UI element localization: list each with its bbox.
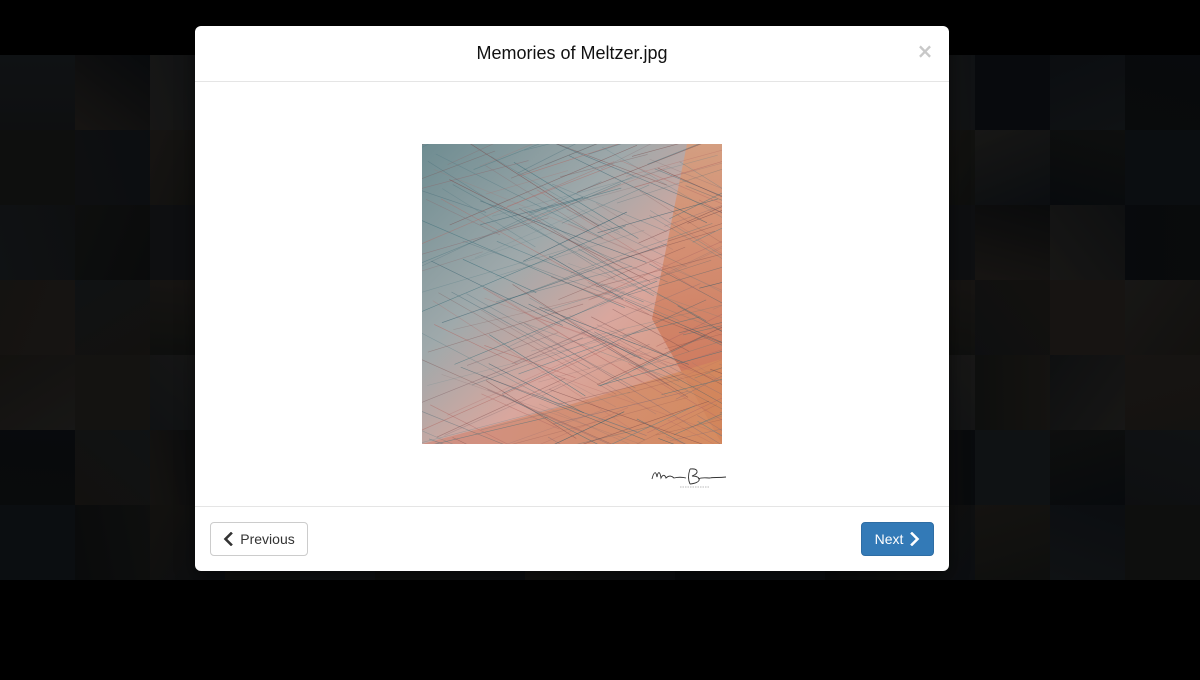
next-button[interactable]: Next xyxy=(861,522,934,556)
close-button[interactable]: × xyxy=(915,40,935,62)
photographer-signature-logo xyxy=(651,468,727,488)
chevron-left-icon xyxy=(223,532,234,546)
previous-button-label: Previous xyxy=(240,531,295,547)
previous-button[interactable]: Previous xyxy=(210,522,308,556)
lightbox-photo xyxy=(422,144,722,444)
next-button-label: Next xyxy=(874,531,904,547)
modal-title: Memories of Meltzer.jpg xyxy=(476,43,668,63)
modal-body xyxy=(195,82,949,506)
image-lightbox-modal: Memories of Meltzer.jpg × Previous Next xyxy=(195,26,949,571)
chevron-right-icon xyxy=(910,532,920,546)
modal-header: Memories of Meltzer.jpg × xyxy=(195,26,949,82)
modal-footer: Previous Next xyxy=(195,506,949,571)
